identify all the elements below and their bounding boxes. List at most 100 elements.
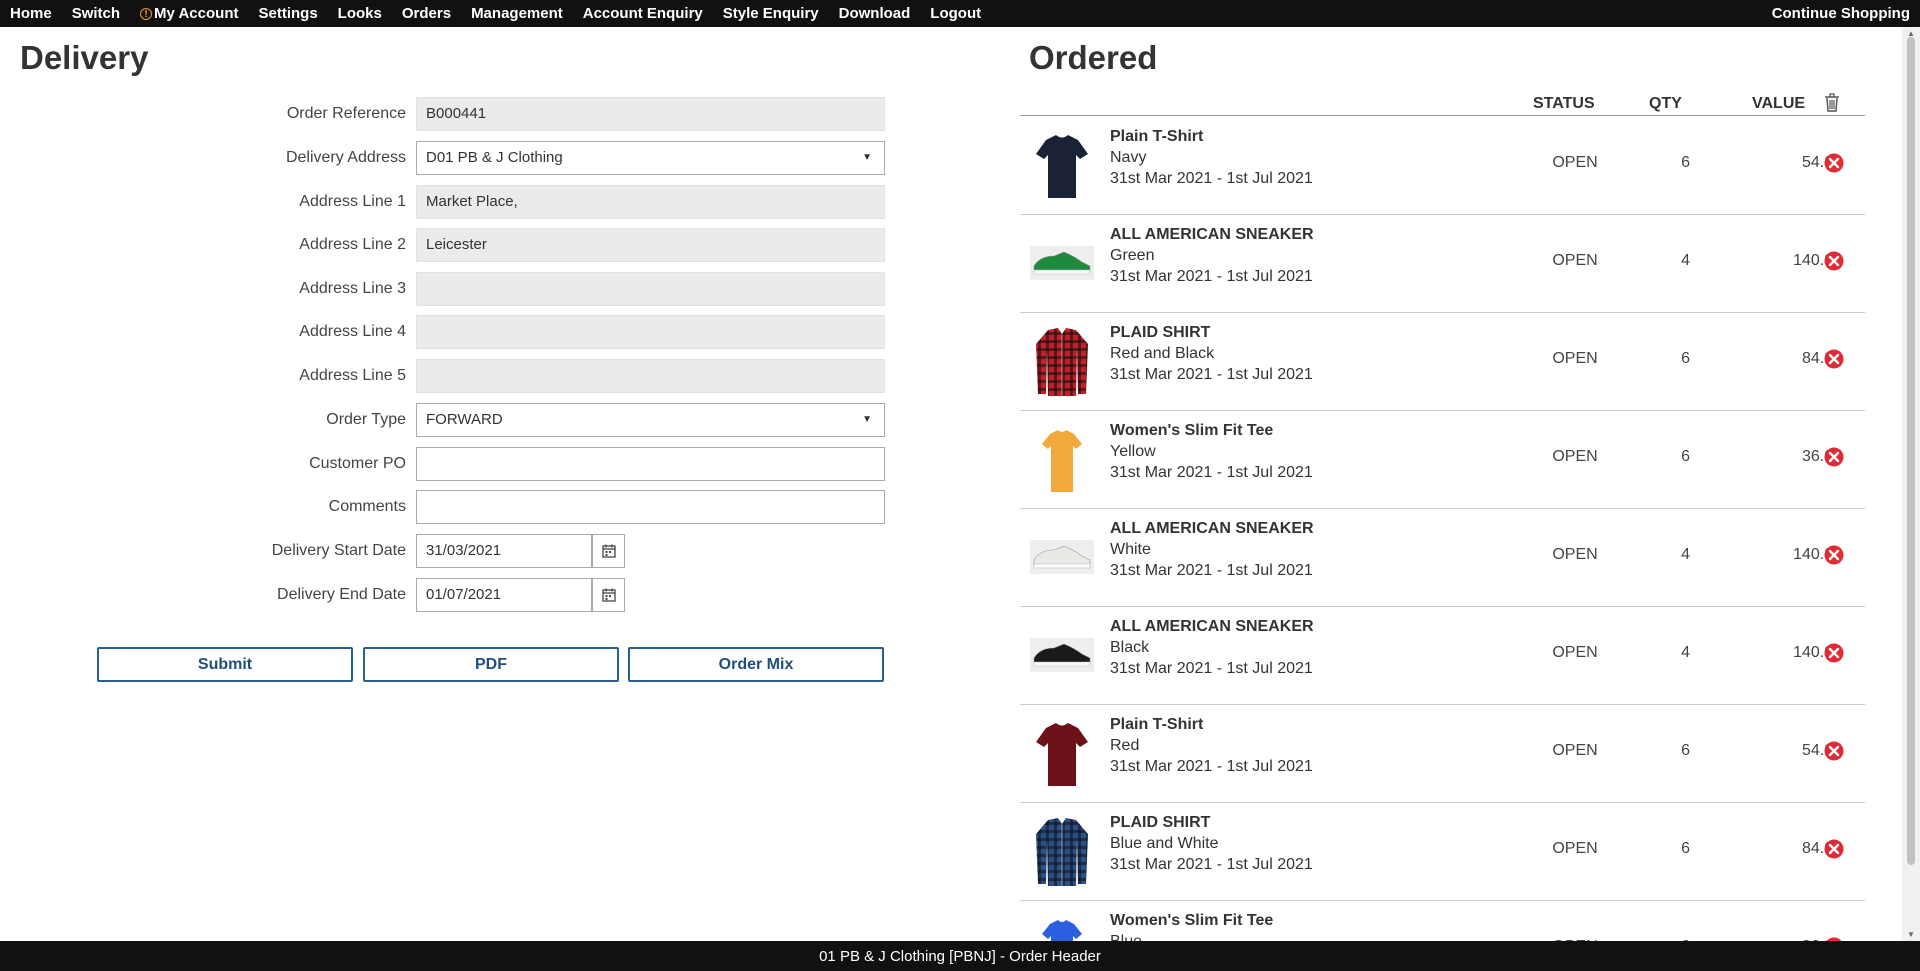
continue-shopping-link[interactable]: Continue Shopping <box>1772 0 1910 27</box>
delivery-dates: 31st Mar 2021 - 1st Jul 2021 <box>1110 366 1313 383</box>
product-name: ALL AMERICAN SNEAKER <box>1110 226 1314 243</box>
comments-input[interactable] <box>416 490 885 524</box>
order-reference-label: Order Reference <box>286 105 406 122</box>
product-thumbnail[interactable] <box>1030 814 1094 888</box>
nav-management[interactable]: Management <box>471 5 563 22</box>
dropdown-caret-icon: ▼ <box>862 152 872 163</box>
delivery-start-date-row: Delivery Start Date 31/03/2021 <box>0 534 900 568</box>
product-thumbnail[interactable] <box>1030 324 1094 398</box>
order-type-value: FORWARD <box>426 411 503 428</box>
address-line-1-field[interactable]: Market Place, <box>416 185 885 219</box>
submit-button[interactable]: Submit <box>97 647 353 682</box>
product-colour: Red <box>1110 737 1140 754</box>
product-name: PLAID SHIRT <box>1110 814 1211 831</box>
delivery-dates: 31st Mar 2021 - 1st Jul 2021 <box>1110 562 1313 579</box>
qty-column-header: QTY <box>1649 95 1682 112</box>
remove-icon[interactable] <box>1824 545 1844 570</box>
pdf-button[interactable]: PDF <box>363 647 619 682</box>
product-thumbnail[interactable] <box>1030 618 1094 692</box>
delivery-address-row: Delivery Address D01 PB & J Clothing ▼ <box>0 141 900 175</box>
remove-icon[interactable] <box>1824 839 1844 864</box>
calendar-button[interactable] <box>592 578 625 612</box>
product-thumbnail[interactable] <box>1030 422 1094 496</box>
product-name: Plain T-Shirt <box>1110 128 1204 145</box>
qty-value: 6 <box>1681 742 1690 759</box>
status-value: OPEN <box>1552 350 1598 367</box>
ordered-row: Women's Slim Fit Tee Yellow 31st Mar 2021 … <box>1020 410 1865 509</box>
delivery-address-select[interactable]: D01 PB & J Clothing ▼ <box>416 141 885 175</box>
scroll-thumb[interactable] <box>1907 37 1915 865</box>
top-nav: Home Switch ! My Account Settings Looks … <box>0 0 1920 27</box>
nav-orders[interactable]: Orders <box>402 5 451 22</box>
delivery-dates: 31st Mar 2021 - 1st Jul 2021 <box>1110 170 1313 187</box>
nav-logout[interactable]: Logout <box>930 5 981 22</box>
product-name: Plain T-Shirt <box>1110 716 1204 733</box>
product-thumbnail[interactable] <box>1030 912 1094 941</box>
delivery-dates: 31st Mar 2021 - 1st Jul 2021 <box>1110 758 1313 775</box>
ordered-title: Ordered <box>1029 39 1158 76</box>
ordered-panel: Ordered STATUS QTY VALUE Plain T-Shirt Na… <box>1000 27 1900 941</box>
nav-switch[interactable]: Switch <box>72 5 120 22</box>
remove-icon[interactable] <box>1824 447 1844 472</box>
address-line-1-label: Address Line 1 <box>299 193 406 210</box>
address-line-4-label: Address Line 4 <box>299 323 406 340</box>
nav-home[interactable]: Home <box>10 5 52 22</box>
nav-account-enquiry[interactable]: Account Enquiry <box>583 5 703 22</box>
delivery-dates: 31st Mar 2021 - 1st Jul 2021 <box>1110 268 1313 285</box>
order-reference-row: Order Reference B000441 <box>0 97 900 131</box>
delivery-start-date-input[interactable]: 31/03/2021 <box>416 534 592 568</box>
product-name: Women's Slim Fit Tee <box>1110 912 1274 929</box>
nav-settings[interactable]: Settings <box>258 5 317 22</box>
address-line-1-row: Address Line 1 Market Place, <box>0 185 900 219</box>
delivery-dates: 31st Mar 2021 - 1st Jul 2021 <box>1110 660 1313 677</box>
comments-label: Comments <box>328 498 406 515</box>
ordered-row: PLAID SHIRT Red and Black 31st Mar 2021 - … <box>1020 312 1865 411</box>
trash-icon[interactable] <box>1824 93 1840 117</box>
product-thumbnail[interactable] <box>1030 226 1094 300</box>
order-type-row: Order Type FORWARD ▼ <box>0 403 900 437</box>
customer-po-input[interactable] <box>416 447 885 481</box>
product-thumbnail[interactable] <box>1030 128 1094 202</box>
nav-style-enquiry[interactable]: Style Enquiry <box>723 5 819 22</box>
product-colour: Black <box>1110 639 1150 656</box>
remove-icon[interactable] <box>1824 349 1844 374</box>
dropdown-caret-icon: ▼ <box>862 414 872 425</box>
nav-download[interactable]: Download <box>839 5 911 22</box>
qty-value: 6 <box>1681 840 1690 857</box>
qty-value: 4 <box>1681 644 1690 661</box>
nav-my-account[interactable]: ! My Account <box>140 5 238 22</box>
address-line-4-field[interactable] <box>416 315 885 349</box>
remove-icon[interactable] <box>1824 741 1844 766</box>
customer-po-label: Customer PO <box>309 455 406 472</box>
status-value: OPEN <box>1552 448 1598 465</box>
address-line-4-row: Address Line 4 <box>0 315 900 349</box>
address-line-2-field[interactable]: Leicester <box>416 228 885 262</box>
order-reference-field[interactable]: B000441 <box>416 97 885 131</box>
product-name: Women's Slim Fit Tee <box>1110 422 1274 439</box>
product-thumbnail[interactable] <box>1030 716 1094 790</box>
status-value: OPEN <box>1552 546 1598 563</box>
nav-looks[interactable]: Looks <box>338 5 382 22</box>
calendar-button[interactable] <box>592 534 625 568</box>
qty-value: 4 <box>1681 252 1690 269</box>
delivery-end-date-input[interactable]: 01/07/2021 <box>416 578 592 612</box>
ordered-row: Plain T-Shirt Red 31st Mar 2021 - 1st Jul … <box>1020 704 1865 803</box>
product-colour: Navy <box>1110 149 1147 166</box>
scrollbar[interactable]: ▲ ▼ <box>1902 27 1920 941</box>
product-name: PLAID SHIRT <box>1110 324 1211 341</box>
product-thumbnail[interactable] <box>1030 520 1094 594</box>
remove-icon[interactable] <box>1824 251 1844 276</box>
order-type-select[interactable]: FORWARD ▼ <box>416 403 885 437</box>
delivery-address-value: D01 PB & J Clothing <box>426 149 563 166</box>
ordered-row: ALL AMERICAN SNEAKER White 31st Mar 2021 -… <box>1020 508 1865 607</box>
footer-text: 01 PB & J Clothing [PBNJ] - Order Header <box>819 947 1101 965</box>
address-line-5-field[interactable] <box>416 359 885 393</box>
order-mix-button[interactable]: Order Mix <box>628 647 884 682</box>
qty-value: 6 <box>1681 350 1690 367</box>
address-line-5-label: Address Line 5 <box>299 367 406 384</box>
remove-icon[interactable] <box>1824 153 1844 178</box>
order-type-label: Order Type <box>326 411 406 428</box>
remove-icon[interactable] <box>1824 643 1844 668</box>
address-line-3-field[interactable] <box>416 272 885 306</box>
scroll-down-icon[interactable]: ▼ <box>1907 930 1915 939</box>
